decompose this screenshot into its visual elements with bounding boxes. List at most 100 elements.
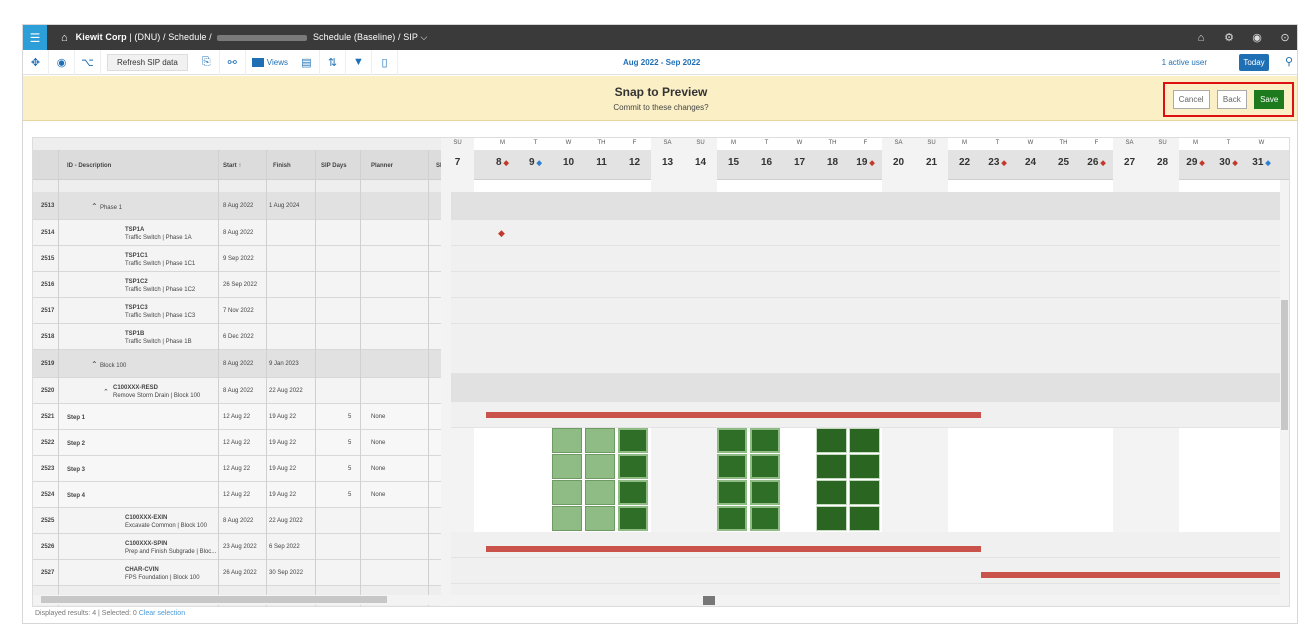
sip-cell-dark[interactable] [717, 480, 747, 505]
sip-cell-dark[interactable] [816, 454, 847, 479]
cancel-button[interactable]: Cancel [1172, 90, 1210, 109]
sort-icon[interactable]: ⇅ [320, 49, 346, 75]
day-number: 16 [760, 157, 773, 168]
task-bar[interactable] [486, 546, 981, 552]
redacted-text [217, 34, 308, 41]
clear-selection-link[interactable]: Clear selection [139, 610, 185, 617]
table-row[interactable]: 2524 Step 4 12 Aug 22 19 Aug 22 5 None [33, 482, 451, 508]
milestone-diamond-icon[interactable]: ◆ [498, 228, 505, 239]
table-row[interactable]: 2521 Step 1 12 Aug 22 19 Aug 22 5 None [33, 404, 451, 430]
list-icon[interactable]: ▤ [294, 49, 320, 75]
sip-cell-dark[interactable] [618, 506, 648, 531]
gantt-scroll-thumb[interactable] [703, 596, 715, 605]
day-of-week: F [632, 140, 637, 146]
today-button[interactable]: Today [1239, 54, 1269, 71]
sip-cell-dark[interactable] [618, 428, 648, 453]
hierarchy-icon[interactable]: ⌥ [75, 49, 101, 75]
table-row[interactable]: 2520 ⌃ C100XXX-RESD Remove Storm Drain | B… [33, 378, 451, 404]
menu-icon[interactable]: ☰ [23, 25, 47, 50]
sip-cell-dark[interactable] [849, 454, 880, 479]
gantt-row-band [451, 272, 1289, 298]
horizontal-scrollbar[interactable] [33, 595, 1289, 605]
move-icon[interactable]: ✥ [23, 49, 49, 75]
save-button[interactable]: Save [1254, 90, 1285, 109]
gantt-row-band [451, 532, 1289, 558]
sip-cell-dark[interactable] [816, 480, 847, 505]
sip-cell-dark[interactable] [750, 480, 780, 505]
columns-icon[interactable]: ▯ [372, 49, 398, 75]
task-finish: 9 Jan 2023 [269, 361, 299, 367]
table-row[interactable]: 2515 TSP1C1 Traffic Switch | Phase 1C1 9 … [33, 246, 451, 272]
table-row[interactable]: 2523 Step 3 12 Aug 22 19 Aug 22 5 None [33, 456, 451, 482]
eye-icon[interactable]: ◉ [49, 49, 75, 75]
sip-cell-dark[interactable] [750, 454, 780, 479]
table-row[interactable]: 2525 C100XXX-EXIN Excavate Common | Block… [33, 508, 451, 534]
filter-icon[interactable]: ▼ [346, 49, 372, 75]
back-button[interactable]: Back [1216, 90, 1247, 109]
export-icon[interactable]: ⎘ [194, 49, 220, 75]
home-icon[interactable]: ⌂ [61, 32, 68, 44]
settings-icon[interactable]: ⚙ [1215, 31, 1243, 44]
vertical-scroll-thumb[interactable] [1281, 300, 1288, 430]
sip-cell-dark[interactable] [816, 428, 847, 453]
task-planner: None [371, 440, 386, 446]
table-row[interactable]: 2518 TSP1B Traffic Switch | Phase 1B 6 De… [33, 324, 451, 350]
sip-cell-light[interactable] [585, 480, 615, 505]
horizontal-scroll-thumb[interactable] [41, 596, 387, 603]
date-range[interactable]: Aug 2022 - Sep 2022 [623, 58, 700, 67]
sip-cell-light[interactable] [585, 428, 615, 453]
sip-cell-dark[interactable] [750, 506, 780, 531]
sip-cell-dark[interactable] [717, 428, 747, 453]
sip-cell-light[interactable] [552, 480, 582, 505]
user-icon[interactable]: ⊙ [1271, 31, 1297, 44]
sip-cell-dark[interactable] [849, 428, 880, 453]
sip-cell-dark[interactable] [849, 506, 880, 531]
table-row[interactable]: 2514 TSP1A Traffic Switch | Phase 1A 8 Au… [33, 220, 451, 246]
col-start[interactable]: Start ↑ [223, 163, 241, 169]
sip-cell-dark[interactable] [618, 454, 648, 479]
sip-cell-light[interactable] [552, 428, 582, 453]
table-row[interactable]: 2527 CHAR-CVIN FPS Foundation | Block 100… [33, 560, 451, 586]
sip-cell-light[interactable] [552, 506, 582, 531]
help-icon[interactable]: ◉ [1243, 31, 1271, 44]
refresh-sip-button[interactable]: Refresh SIP data [107, 53, 188, 71]
table-row[interactable]: 2519 ⌃ Block 100 8 Aug 2022 9 Jan 2023 [33, 350, 451, 378]
table-row[interactable]: 2526 C100XXX-SPIN Prep and Finish Subgrad… [33, 534, 451, 560]
day-number: 27 [1123, 157, 1136, 168]
library-icon[interactable]: ⌂ [1187, 32, 1215, 44]
table-row[interactable]: 2522 Step 2 12 Aug 22 19 Aug 22 5 None [33, 430, 451, 456]
col-planner[interactable]: Planner [371, 163, 393, 169]
task-id: 2524 [41, 492, 55, 498]
table-row[interactable]: 2516 TSP1C2 Traffic Switch | Phase 1C2 26… [33, 272, 451, 298]
sip-cell-light[interactable] [552, 454, 582, 479]
sip-cell-dark[interactable] [717, 454, 747, 479]
col-sip-days[interactable]: SIP Days [321, 163, 347, 169]
task-planner: None [371, 466, 386, 472]
sip-cell-light[interactable] [585, 454, 615, 479]
task-bar[interactable] [486, 412, 981, 418]
sip-cell-dark[interactable] [750, 428, 780, 453]
day-number: 26 ◆ [1087, 157, 1106, 168]
day-of-week: W [1027, 140, 1034, 146]
task-start: 12 Aug 22 [223, 440, 251, 446]
views-button[interactable]: Views [246, 57, 294, 67]
table-row[interactable]: 2513 ⌃ Phase 1 8 Aug 2022 1 Aug 2024 [33, 192, 451, 220]
task-description: C100XXX-EXIN Excavate Common | Block 100 [125, 515, 207, 529]
vertical-scrollbar[interactable] [1280, 180, 1289, 595]
sip-cell-dark[interactable] [816, 506, 847, 531]
sip-cell-dark[interactable] [717, 506, 747, 531]
active-users[interactable]: 1 active user [1162, 58, 1207, 67]
sip-cell-dark[interactable] [849, 480, 880, 505]
col-finish[interactable]: Finish [273, 163, 291, 169]
task-finish: 22 Aug 2022 [269, 388, 303, 394]
task-start: 8 Aug 2022 [223, 518, 254, 524]
sip-cell-light[interactable] [585, 506, 615, 531]
search-icon[interactable]: ⚲ [1285, 55, 1293, 68]
task-bar[interactable] [981, 572, 1289, 578]
filter-settings-icon[interactable]: ⚯ [220, 49, 246, 75]
col-id-description[interactable]: ID - Description [67, 163, 111, 169]
sip-cell-dark[interactable] [618, 480, 648, 505]
day-number: 10 [562, 157, 575, 168]
table-row[interactable]: 2517 TSP1C3 Traffic Switch | Phase 1C3 7 … [33, 298, 451, 324]
breadcrumb[interactable]: Kiewit Corp | (DNU) / Schedule / Schedul… [76, 32, 428, 43]
